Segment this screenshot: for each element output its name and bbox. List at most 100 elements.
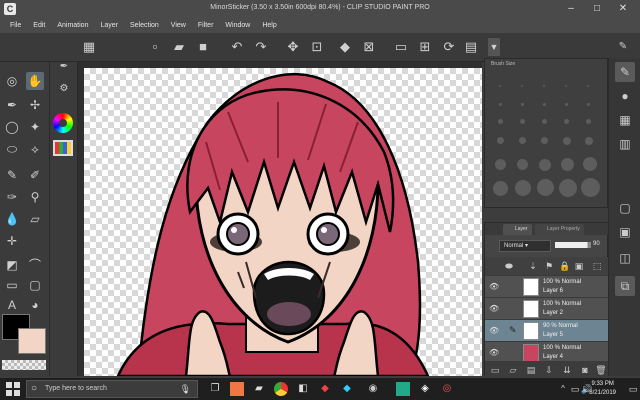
- brush-size-dock-icon[interactable]: ●: [615, 86, 635, 106]
- hand-icon[interactable]: ✋: [26, 72, 44, 90]
- brush-icon[interactable]: ✑: [3, 188, 21, 206]
- canvas-area[interactable]: [78, 62, 482, 376]
- open-folder-icon[interactable]: ▰: [170, 38, 188, 56]
- brush-size-option[interactable]: [561, 158, 574, 171]
- minimize-button[interactable]: –: [560, 1, 582, 17]
- tool-property-icon[interactable]: ▦: [615, 110, 635, 130]
- navigator-icon[interactable]: ▢: [615, 198, 635, 218]
- transparent-color-swatch[interactable]: [2, 360, 46, 370]
- task-view-icon[interactable]: ❐: [208, 382, 222, 396]
- clock[interactable]: 9:33 PM 8/21/2019: [589, 380, 616, 398]
- eye-icon[interactable]: 👁: [489, 348, 499, 357]
- brush-size-option[interactable]: [495, 159, 506, 170]
- tab-layer-property[interactable]: Layer Property: [535, 224, 584, 235]
- sub-color-swatch[interactable]: [18, 328, 46, 354]
- fill-icon[interactable]: ◆: [336, 38, 354, 56]
- brush-size-option[interactable]: [517, 159, 528, 170]
- opacity-slider[interactable]: [555, 242, 591, 248]
- layer-row-selected[interactable]: 👁 ✎ 90 % Normal Layer 5: [485, 319, 609, 341]
- brush-size-option[interactable]: [543, 103, 546, 106]
- brush-size-option[interactable]: [587, 85, 589, 87]
- selection-icon[interactable]: ⬭: [3, 140, 21, 158]
- clear-icon[interactable]: ✥: [284, 38, 302, 56]
- transform-icon[interactable]: ⊠: [360, 38, 378, 56]
- transfer-icon[interactable]: ⇩: [543, 364, 555, 376]
- app-icon-clip-studio[interactable]: ◎: [440, 382, 454, 396]
- layer-search-icon[interactable]: ⧉: [615, 276, 635, 296]
- zoom-icon[interactable]: ◎: [3, 72, 21, 90]
- brush-size-option[interactable]: [497, 137, 504, 144]
- eyedropper-icon[interactable]: ✒: [3, 96, 21, 114]
- menu-help[interactable]: Help: [256, 18, 282, 33]
- fill-bucket-icon[interactable]: ◕: [26, 296, 44, 314]
- layer-row[interactable]: 👁 100 % Normal Layer 6: [485, 275, 609, 297]
- brush-size-tab[interactable]: Brush Size: [491, 61, 515, 67]
- curve-icon[interactable]: ⌒: [26, 256, 44, 274]
- decoration-icon[interactable]: ✛: [3, 232, 21, 250]
- merge-down-icon[interactable]: ⇊: [561, 364, 573, 376]
- taskbar-search[interactable]: ○ Type here to search 🎙: [26, 380, 198, 398]
- pencil-icon[interactable]: ✐: [26, 166, 44, 184]
- brush-size-option[interactable]: [565, 85, 567, 87]
- menu-edit[interactable]: Edit: [27, 18, 51, 33]
- brush-size-option[interactable]: [498, 119, 503, 124]
- pen-icon[interactable]: ✎: [3, 166, 21, 184]
- brush-size-option[interactable]: [587, 103, 590, 106]
- save-icon[interactable]: ■: [194, 38, 212, 56]
- tab-layer[interactable]: Layer: [503, 224, 532, 235]
- color-slider-icon[interactable]: ▥: [615, 134, 635, 154]
- trash-icon[interactable]: 🗑: [595, 364, 607, 376]
- brush-size-option[interactable]: [499, 103, 502, 106]
- brush-size-option[interactable]: [519, 137, 526, 144]
- mask-enable-icon[interactable]: ⬚: [591, 260, 603, 272]
- brush-size-option[interactable]: [543, 85, 545, 87]
- lasso-icon[interactable]: ◯: [3, 118, 21, 136]
- brush-size-option[interactable]: [563, 137, 571, 145]
- layer-mask-icon[interactable]: ⬬: [503, 260, 515, 272]
- brush-size-option[interactable]: [537, 179, 554, 196]
- close-button[interactable]: ✕: [612, 1, 634, 17]
- new-vector-layer-icon[interactable]: ▱: [507, 364, 519, 376]
- gradient-icon[interactable]: ◩: [3, 256, 21, 274]
- microphone-icon[interactable]: 🎙: [180, 384, 191, 395]
- app-icon-1[interactable]: [230, 382, 244, 396]
- layer-row[interactable]: 👁 100 % Normal Layer 2: [485, 297, 609, 319]
- lock-transparency-icon[interactable]: ▣: [573, 260, 585, 272]
- redo-icon[interactable]: ↷: [252, 38, 270, 56]
- figure-icon[interactable]: ▭: [3, 276, 21, 294]
- brush-size-option[interactable]: [564, 119, 569, 124]
- new-file-icon[interactable]: ▫: [146, 38, 164, 56]
- brush-size-option[interactable]: [586, 119, 591, 124]
- menu-view[interactable]: View: [165, 18, 192, 33]
- chevron-down-icon[interactable]: ▼: [488, 38, 500, 56]
- maximize-button[interactable]: □: [586, 1, 608, 17]
- new-folder-icon[interactable]: ▤: [525, 364, 537, 376]
- snap-icon[interactable]: ⟳: [440, 38, 458, 56]
- app-icon-gray[interactable]: ◉: [366, 382, 380, 396]
- layer-clip-icon[interactable]: ⇣: [527, 260, 539, 272]
- brush-size-option[interactable]: [521, 103, 524, 106]
- menu-layer[interactable]: Layer: [94, 18, 124, 33]
- sparkle-icon[interactable]: ⟡: [26, 140, 44, 158]
- move-icon[interactable]: ✢: [26, 96, 44, 114]
- app-icon-folder[interactable]: ◧: [296, 382, 310, 396]
- chrome-icon[interactable]: [274, 382, 288, 396]
- deselect-icon[interactable]: ▭: [392, 38, 410, 56]
- text-icon[interactable]: A: [3, 296, 21, 314]
- brush-size-option[interactable]: [493, 181, 508, 196]
- brush-size-option[interactable]: [539, 159, 551, 171]
- brush-size-option[interactable]: [499, 85, 501, 87]
- app-icon-red[interactable]: ◆: [318, 382, 332, 396]
- eye-icon[interactable]: 👁: [489, 326, 499, 335]
- layer-property-dock-icon[interactable]: ▣: [615, 222, 635, 242]
- app-icon-green[interactable]: [396, 382, 410, 396]
- menu-file[interactable]: File: [4, 18, 27, 33]
- brush-size-option[interactable]: [541, 137, 548, 144]
- undo-icon[interactable]: ↶: [228, 38, 246, 56]
- notifications-icon[interactable]: ▭: [626, 382, 640, 396]
- windows-start-icon[interactable]: [6, 382, 20, 396]
- settings-gear-icon[interactable]: ⚙: [55, 80, 73, 98]
- pen-subtool-icon[interactable]: ✒: [55, 58, 73, 76]
- frame-icon[interactable]: ▢: [26, 276, 44, 294]
- menu-selection[interactable]: Selection: [124, 18, 165, 33]
